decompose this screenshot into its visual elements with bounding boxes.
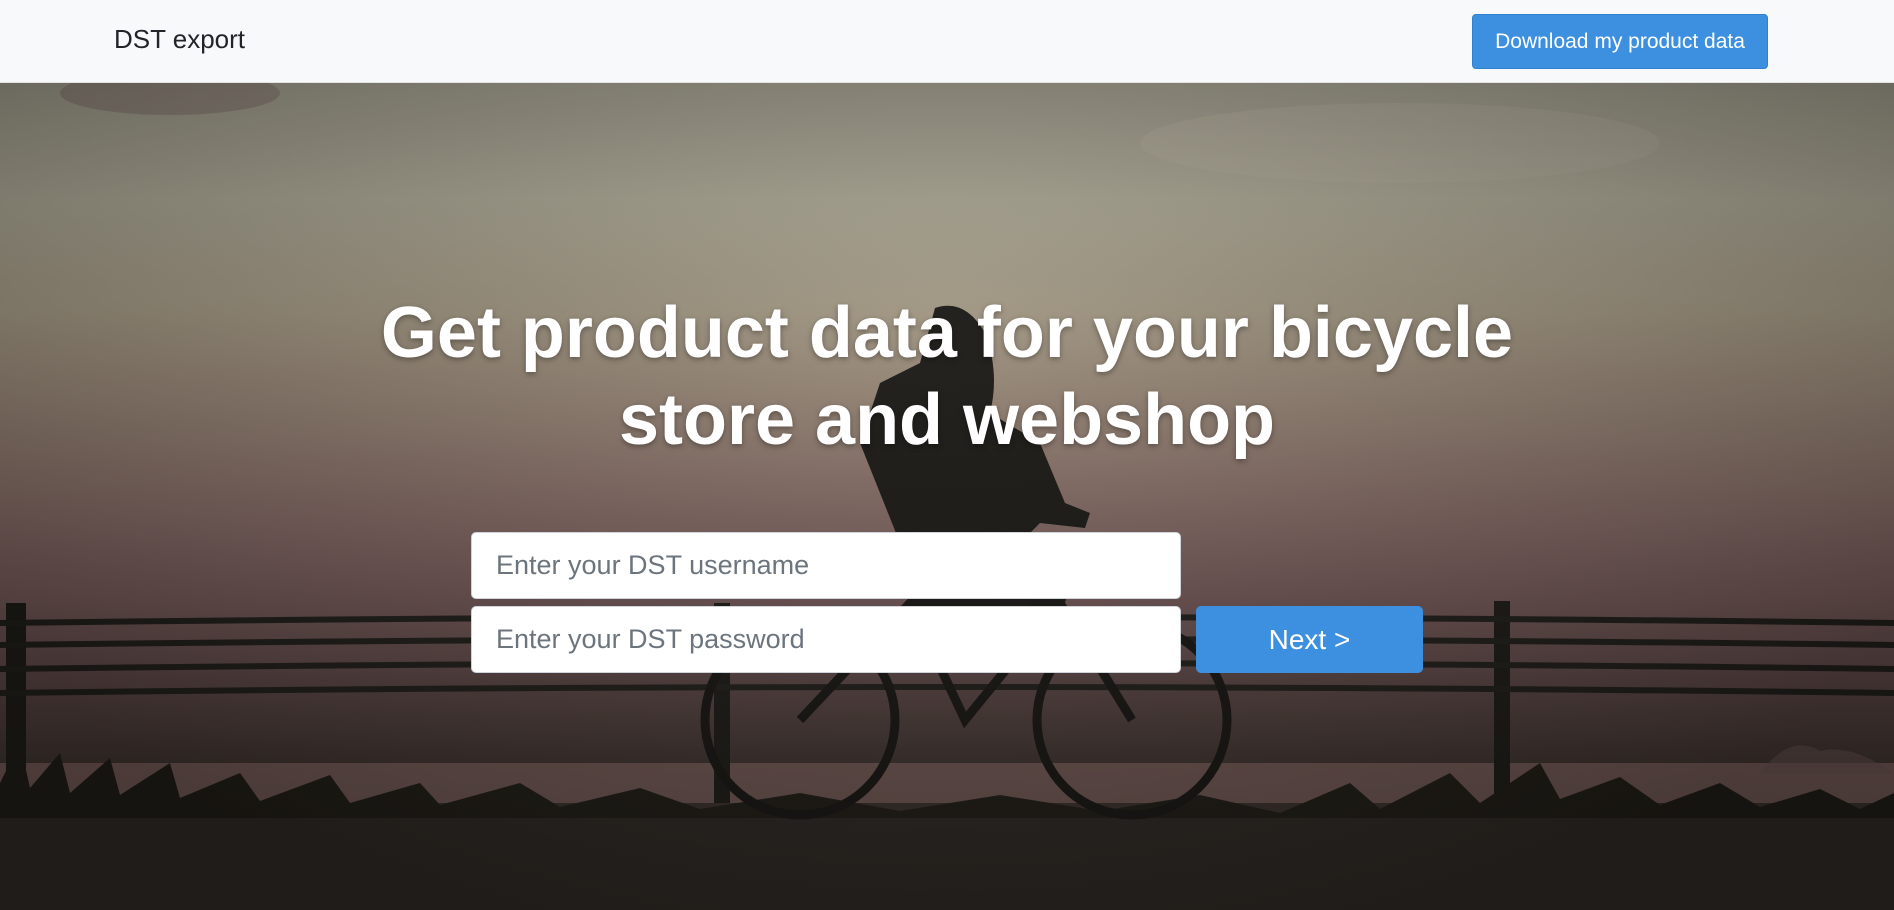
- username-input[interactable]: [471, 532, 1181, 599]
- hero-section: [0, 83, 1894, 910]
- headline-line-2: store and webshop: [618, 380, 1276, 460]
- headline-line-1: Get product data for your bicycle: [380, 293, 1514, 373]
- hero-overlay: [0, 83, 1894, 910]
- download-product-data-button[interactable]: Download my product data: [1472, 14, 1768, 69]
- password-input[interactable]: [471, 606, 1181, 673]
- hero-headline: Get product data for your bicycle store …: [300, 290, 1594, 464]
- next-button[interactable]: Next >: [1196, 606, 1423, 673]
- brand-logo-text[interactable]: DST export: [114, 24, 245, 55]
- top-navbar: DST export Download my product data: [0, 0, 1894, 83]
